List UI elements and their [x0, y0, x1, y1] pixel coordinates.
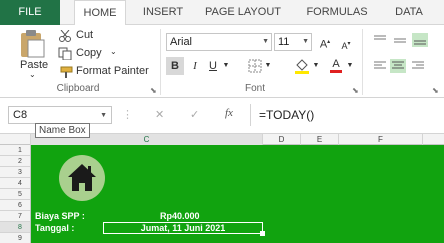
column-header-d[interactable]: D — [263, 134, 301, 145]
format-painter-button[interactable]: Format Painter — [76, 65, 149, 77]
paste-button[interactable] — [18, 29, 46, 59]
format-painter-icon[interactable] — [58, 65, 74, 78]
enter-icon[interactable]: ✓ — [190, 108, 199, 121]
borders-icon[interactable] — [248, 59, 262, 73]
fill-color-dropdown-icon[interactable]: ▼ — [312, 57, 320, 75]
font-color-button[interactable]: A — [330, 55, 342, 73]
group-separator — [160, 29, 161, 95]
column-header-e[interactable]: E — [301, 134, 339, 145]
italic-button[interactable]: I — [188, 57, 202, 75]
borders-dropdown-icon[interactable]: ▼ — [264, 57, 272, 75]
chevron-down-icon: ▼ — [100, 112, 107, 119]
cell-b7-label[interactable]: Biaya SPP : — [35, 211, 85, 221]
clipboard-group-label: Clipboard — [56, 83, 100, 94]
font-size-select[interactable]: 11 ▼ — [274, 33, 312, 51]
formula-bar-grip-icon[interactable]: ⋮ — [122, 108, 133, 121]
select-all-corner[interactable] — [0, 134, 31, 145]
horizontal-alignment-buttons[interactable] — [372, 59, 444, 73]
ribbon-tab-bar: FILE HOME INSERT PAGE LAYOUT FORMULAS DA… — [0, 0, 444, 26]
cancel-icon[interactable]: ✕ — [155, 108, 164, 121]
bold-button[interactable]: B — [166, 57, 184, 75]
fill-handle[interactable] — [260, 231, 265, 236]
shrink-font-button[interactable]: A▾ — [340, 35, 352, 53]
scissors-icon[interactable] — [58, 29, 72, 42]
row-header[interactable]: 3 — [0, 167, 30, 178]
home-icon — [68, 164, 96, 191]
ribbon-home: Paste ⌄ Cut Copy ⌄ Format Painter Clipbo… — [0, 25, 444, 98]
row-header[interactable]: 2 — [0, 156, 30, 167]
row-header[interactable]: 7 — [0, 211, 30, 222]
underline-button[interactable]: U — [206, 57, 220, 75]
font-color-dropdown-icon[interactable]: ▼ — [346, 57, 354, 75]
tab-file[interactable]: FILE — [0, 0, 60, 25]
clipboard-dialog-launcher-icon[interactable]: ⬊ — [150, 86, 157, 95]
row-header[interactable]: 4 — [0, 178, 30, 189]
row-header[interactable]: 1 — [0, 145, 30, 156]
row-header[interactable]: 5 — [0, 189, 30, 200]
cell-c8-selected[interactable]: Jumat, 11 Juni 2021 — [103, 222, 263, 234]
font-group-label: Font — [244, 83, 265, 94]
insert-function-icon[interactable]: fx — [225, 107, 233, 119]
row-header[interactable]: 9 — [0, 233, 30, 243]
font-dialog-launcher-icon[interactable]: ⬊ — [352, 86, 359, 95]
cell-c7-value[interactable]: Rp40.000 — [160, 211, 200, 221]
name-box-tooltip: Name Box — [35, 123, 90, 138]
home-button[interactable] — [59, 155, 105, 201]
copy-dropdown-icon[interactable]: ⌄ — [110, 47, 117, 56]
tab-home[interactable]: HOME — [74, 0, 126, 26]
row-header[interactable]: 6 — [0, 200, 30, 211]
row-header-selected[interactable]: 8 — [0, 222, 30, 233]
vertical-alignment-buttons[interactable] — [372, 33, 444, 47]
copy-icon[interactable] — [58, 47, 72, 61]
name-box[interactable]: C8 ▼ — [8, 106, 112, 124]
tab-insert[interactable]: INSERT — [136, 0, 190, 25]
column-header-f[interactable]: F — [339, 134, 423, 145]
cut-button[interactable]: Cut — [76, 29, 93, 41]
tab-formulas[interactable]: FORMULAS — [300, 0, 374, 25]
clipboard-icon — [21, 30, 45, 58]
cell-b8-label[interactable]: Tanggal : — [35, 223, 74, 233]
chevron-down-icon: ▼ — [262, 38, 269, 45]
formula-bar-divider — [250, 104, 251, 126]
group-separator — [362, 29, 363, 95]
paste-dropdown-icon[interactable]: ⌄ — [29, 70, 36, 79]
tab-page-layout[interactable]: PAGE LAYOUT — [198, 0, 288, 25]
tab-data[interactable]: DATA — [384, 0, 434, 25]
alignment-dialog-launcher-icon[interactable]: ⬊ — [432, 86, 439, 95]
underline-dropdown-icon[interactable]: ▼ — [222, 57, 230, 75]
formula-input[interactable]: =TODAY() — [255, 106, 444, 124]
chevron-down-icon: ▼ — [302, 38, 309, 45]
fill-color-icon[interactable] — [294, 58, 310, 74]
font-family-select[interactable]: Arial ▼ — [166, 33, 272, 51]
grow-font-button[interactable]: A▴ — [318, 33, 332, 51]
copy-button[interactable]: Copy — [76, 47, 102, 59]
row-headers: 1 2 3 4 5 6 7 8 9 — [0, 145, 31, 243]
